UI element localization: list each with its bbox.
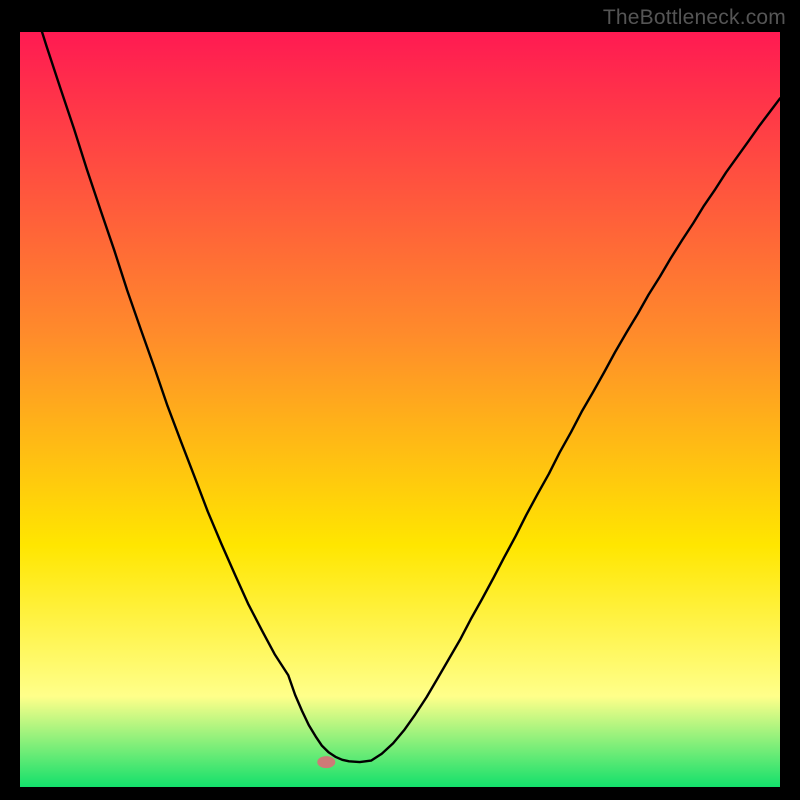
bottleneck-chart	[20, 32, 780, 787]
gradient-background	[20, 32, 780, 787]
watermark-text: TheBottleneck.com	[603, 6, 786, 30]
optimal-marker	[317, 756, 335, 768]
chart-frame	[20, 32, 780, 787]
